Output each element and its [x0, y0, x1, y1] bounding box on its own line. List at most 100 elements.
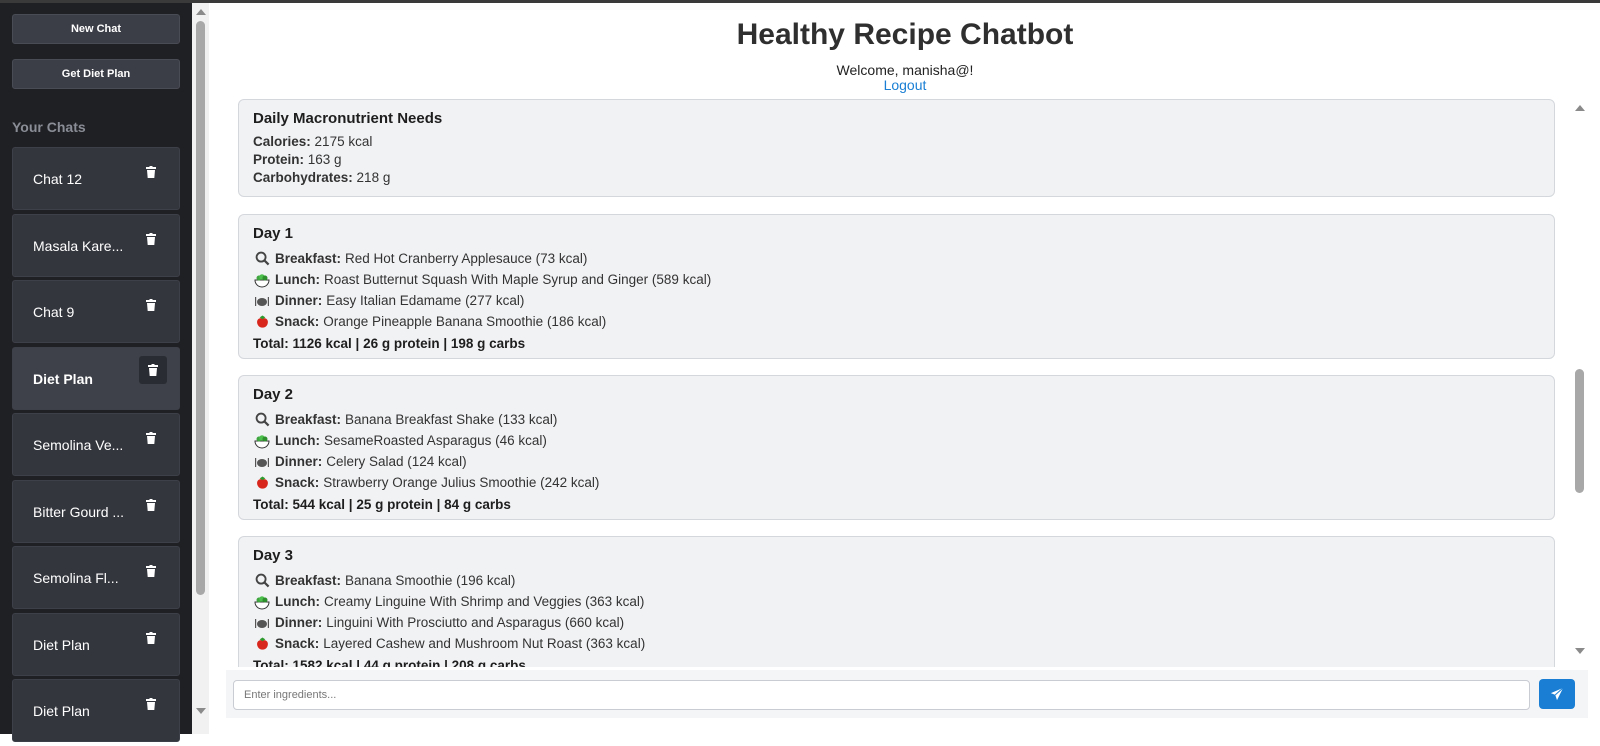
dinner-value: Easy Italian Edamame (277 kcal) [326, 293, 525, 308]
magnifier-icon [253, 573, 271, 589]
paper-plane-icon [1550, 687, 1564, 701]
day-total: Total: 544 kcal | 25 g protein | 84 g ca… [253, 497, 511, 512]
chat-item-label: Masala Kare... [33, 237, 124, 254]
chat-item[interactable]: Diet Plan [12, 612, 180, 676]
chat-item[interactable]: Chat 12 [12, 147, 180, 210]
dinner-label: Dinner: [275, 293, 323, 308]
chat-item-label: Semolina Fl... [33, 570, 119, 586]
get-diet-plan-button[interactable]: Get Diet Plan [12, 59, 180, 89]
trash-icon[interactable] [139, 426, 163, 450]
chat-item-label: Diet Plan [33, 703, 90, 719]
send-button[interactable] [1539, 679, 1575, 709]
plate-icon [253, 615, 271, 631]
lunch-value: SesameRoasted Asparagus (46 kcal) [324, 433, 547, 448]
lunch-label: Lunch: [275, 594, 320, 609]
magnifier-icon [253, 412, 271, 428]
magnifier-icon [253, 251, 271, 267]
dinner-row: Dinner: Linguini With Prosciutto and Aspa… [253, 612, 1540, 633]
strawberry-icon [253, 475, 271, 491]
carbs-row: Carbohydrates: 218 g [253, 170, 391, 185]
trash-icon[interactable] [139, 626, 163, 650]
breakfast-value: Banana Smoothie (196 kcal) [345, 573, 516, 588]
snack-label: Snack: [275, 636, 320, 651]
breakfast-value: Banana Breakfast Shake (133 kcal) [345, 412, 558, 427]
lunch-label: Lunch: [275, 272, 320, 287]
lunch-row: Lunch: Creamy Linguine With Shrimp and Ve… [253, 591, 1540, 612]
chat-item-label: Chat 9 [33, 304, 75, 320]
chat-scroll-down-arrow-icon[interactable] [1575, 648, 1585, 654]
salad-icon [253, 272, 271, 288]
plate-icon [253, 454, 271, 470]
chat-item[interactable]: Masala Kare... [12, 213, 180, 277]
scroll-down-arrow-icon[interactable] [196, 708, 206, 714]
strawberry-icon [253, 636, 271, 652]
chat-item[interactable]: Semolina Fl... [12, 546, 180, 609]
trash-icon[interactable] [139, 227, 163, 251]
breakfast-value: Red Hot Cranberry Applesauce (73 kcal) [345, 251, 588, 266]
day-total: Total: 1126 kcal | 26 g protein | 198 g … [253, 336, 526, 351]
chat-scrollbar-thumb[interactable] [1575, 369, 1584, 493]
input-bar: Enter ingredients... [226, 670, 1588, 718]
chat-item[interactable]: Bitter Gourd ... [12, 479, 180, 543]
dinner-row: Dinner: Celery Salad (124 kcal) [253, 451, 1540, 472]
chat-messages: Daily Macronutrient Needs Calories: 2175… [226, 97, 1571, 667]
chat-scrollbar[interactable] [1571, 97, 1588, 667]
trash-icon[interactable] [139, 355, 167, 384]
protein-row: Protein: 163 g [253, 152, 342, 167]
trash-icon[interactable] [139, 493, 163, 517]
day-plan-card: Day 2 Breakfast: Banana Breakfast Shake (1… [238, 375, 1555, 520]
trash-icon[interactable] [139, 692, 163, 716]
dinner-row: Dinner: Easy Italian Edamame (277 kcal) [253, 290, 1540, 311]
day-title: Day 3 [253, 547, 294, 564]
day-title: Day 1 [253, 225, 294, 242]
snack-value: Layered Cashew and Mushroom Nut Roast (3… [323, 636, 646, 651]
chat-scroll-up-arrow-icon[interactable] [1575, 105, 1585, 111]
welcome-text: Welcome, manisha@! [836, 62, 974, 78]
dinner-value: Celery Salad (124 kcal) [326, 454, 467, 469]
page-scrollbar-thumb[interactable] [196, 21, 205, 595]
breakfast-label: Breakfast: [275, 412, 342, 427]
chat-list: Chat 12 Masala Kare... Chat 9 Diet Plan Semo… [12, 147, 180, 746]
page-scrollbar[interactable] [192, 3, 209, 734]
lunch-value: Creamy Linguine With Shrimp and Veggies … [324, 594, 645, 609]
logout-link[interactable]: Logout [220, 77, 1590, 93]
sidebar: New Chat Get Diet Plan Your Chats Chat 1… [0, 3, 192, 742]
scroll-up-arrow-icon[interactable] [196, 9, 206, 15]
snack-row: Snack: Layered Cashew and Mushroom Nut Ro… [253, 633, 1540, 654]
chat-item-label: Diet Plan [33, 636, 90, 653]
lunch-row: Lunch: SesameRoasted Asparagus (46 kcal) [253, 430, 1540, 451]
day-plan-card: Day 3 Breakfast: Banana Smoothie (196 kcal… [238, 536, 1555, 667]
plate-icon [253, 293, 271, 309]
strawberry-icon [253, 314, 271, 330]
breakfast-row: Breakfast: Banana Breakfast Shake (133 kc… [253, 409, 1540, 430]
snack-value: Strawberry Orange Julius Smoothie (242 k… [323, 475, 600, 490]
new-chat-button[interactable]: New Chat [12, 14, 180, 44]
day-title: Day 2 [253, 386, 294, 403]
chat-item[interactable]: Diet Plan [12, 679, 180, 742]
salad-icon [253, 594, 271, 610]
trash-icon[interactable] [139, 559, 163, 583]
chat-item[interactable]: Semolina Ve... [12, 413, 180, 476]
page-title: Healthy Recipe Chatbot [736, 18, 1074, 51]
day-total: Total: 1582 kcal | 44 g protein | 208 g … [253, 658, 526, 667]
breakfast-label: Breakfast: [275, 573, 342, 588]
chat-item-label: Chat 12 [33, 171, 83, 187]
trash-icon[interactable] [139, 160, 163, 184]
snack-label: Snack: [275, 314, 320, 329]
ingredients-input[interactable]: Enter ingredients... [233, 680, 1530, 710]
dinner-label: Dinner: [275, 615, 323, 630]
breakfast-row: Breakfast: Red Hot Cranberry Applesauce (… [253, 248, 1540, 269]
dinner-value: Linguini With Prosciutto and Asparagus (… [326, 615, 625, 630]
breakfast-row: Breakfast: Banana Smoothie (196 kcal) [253, 570, 1540, 591]
chat-item[interactable]: Diet Plan [12, 346, 180, 410]
snack-value: Orange Pineapple Banana Smoothie (186 kc… [323, 314, 607, 329]
chat-item-label: Diet Plan [33, 370, 93, 387]
trash-icon[interactable] [139, 293, 163, 317]
lunch-value: Roast Butternut Squash With Maple Syrup … [324, 272, 712, 287]
snack-row: Snack: Orange Pineapple Banana Smoothie (… [253, 311, 1540, 332]
dinner-label: Dinner: [275, 454, 323, 469]
chat-item[interactable]: Chat 9 [12, 280, 180, 343]
window-top-border [0, 0, 1600, 3]
your-chats-heading: Your Chats [12, 119, 86, 135]
macronutrient-title: Daily Macronutrient Needs [253, 110, 443, 127]
